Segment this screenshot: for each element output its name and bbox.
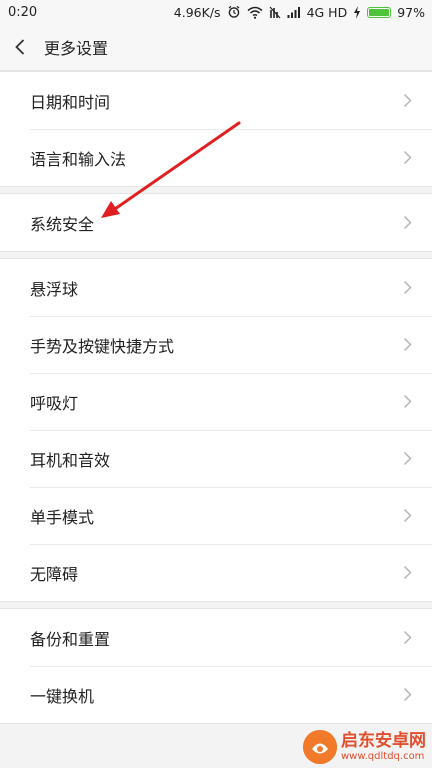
settings-row[interactable]: 无障碍: [0, 544, 432, 601]
watermark-url: www.qdltdq.com: [341, 750, 425, 762]
status-icons: 4.96K/s 4G HD 97%: [174, 5, 425, 20]
no-sim-signal-icon: [269, 6, 281, 19]
chevron-right-icon: [403, 687, 412, 702]
settings-row[interactable]: 备份和重置: [0, 609, 432, 666]
chevron-right-icon: [403, 337, 412, 352]
battery-fill: [369, 8, 389, 16]
app-header: 更多设置: [0, 24, 432, 71]
settings-row-label: 耳机和音效: [30, 450, 111, 470]
chevron-right-icon: [403, 630, 412, 645]
watermark-name: 启东安卓网: [341, 730, 426, 751]
page-title: 更多设置: [44, 39, 109, 58]
settings-row[interactable]: 耳机和音效: [0, 430, 432, 487]
chevron-right-icon: [403, 337, 412, 352]
chevron-right-icon: [403, 150, 412, 165]
chevron-right-icon: [403, 280, 412, 295]
chevron-left-icon: [15, 39, 25, 55]
settings-group: 日期和时间语言和输入法: [0, 71, 432, 187]
settings-row-label: 备份和重置: [30, 629, 111, 649]
battery-icon: [367, 6, 392, 18]
wifi-icon: [247, 6, 263, 19]
settings-row[interactable]: 呼吸灯: [0, 373, 432, 430]
alarm-icon: [227, 5, 241, 19]
chevron-right-icon: [403, 93, 412, 108]
chevron-right-icon: [403, 565, 412, 580]
settings-row-label: 手势及按键快捷方式: [30, 336, 175, 356]
chevron-right-icon: [403, 630, 412, 645]
settings-row-label: 呼吸灯: [30, 393, 79, 413]
chevron-right-icon: [403, 394, 412, 409]
settings-group: 系统安全: [0, 193, 432, 252]
charging-icon: [353, 5, 361, 19]
settings-row-label: 单手模式: [30, 507, 95, 527]
chevron-right-icon: [403, 687, 412, 702]
settings-row[interactable]: 悬浮球: [0, 259, 432, 316]
settings-row[interactable]: 一键换机: [0, 666, 432, 723]
chevron-right-icon: [403, 215, 412, 230]
settings-group: 备份和重置 一键换机: [0, 608, 432, 724]
settings-row[interactable]: 语言和输入法: [0, 129, 432, 186]
signal-bars-icon: [287, 6, 301, 18]
settings-row[interactable]: 系统安全: [0, 194, 432, 251]
chevron-right-icon: [403, 215, 412, 230]
settings-row[interactable]: 日期和时间: [0, 72, 432, 129]
settings-group: 悬浮球手势及按键快捷方式 呼吸灯耳机和音效单手模式无障碍: [0, 258, 432, 602]
battery-percent: 97%: [397, 4, 425, 20]
settings-row-label: 日期和时间: [30, 92, 111, 112]
back-button[interactable]: [14, 24, 42, 71]
chevron-right-icon: [403, 508, 412, 523]
settings-row[interactable]: 手势及按键快捷方式: [0, 316, 432, 373]
settings-row[interactable]: 单手模式: [0, 487, 432, 544]
chevron-right-icon: [403, 565, 412, 580]
network-type: 4G HD: [306, 4, 348, 20]
status-bar: 0:20 4.96K/s 4G HD 97%: [0, 0, 432, 24]
network-speed: 4.96K/s: [173, 4, 221, 20]
settings-row-label: 语言和输入法: [30, 149, 127, 169]
settings-row-label: 一键换机: [30, 686, 95, 706]
chevron-right-icon: [403, 508, 412, 523]
settings-list: 日期和时间语言和输入法 系统安全悬浮球手势及按键快捷方式 呼吸灯耳机和音效单手模式无…: [0, 71, 432, 724]
chevron-right-icon: [403, 93, 412, 108]
chevron-right-icon: [403, 394, 412, 409]
chevron-right-icon: [403, 150, 412, 165]
watermark: 启东安卓网 www.qdltdq.com: [303, 730, 426, 764]
settings-row-label: 悬浮球: [30, 279, 79, 299]
settings-row-label: 无障碍: [30, 564, 79, 584]
status-time: 0:20: [8, 4, 38, 20]
watermark-logo-icon: [303, 730, 337, 764]
settings-row-label: 系统安全: [30, 214, 95, 234]
chevron-right-icon: [403, 280, 412, 295]
chevron-right-icon: [403, 451, 412, 466]
chevron-right-icon: [403, 451, 412, 466]
